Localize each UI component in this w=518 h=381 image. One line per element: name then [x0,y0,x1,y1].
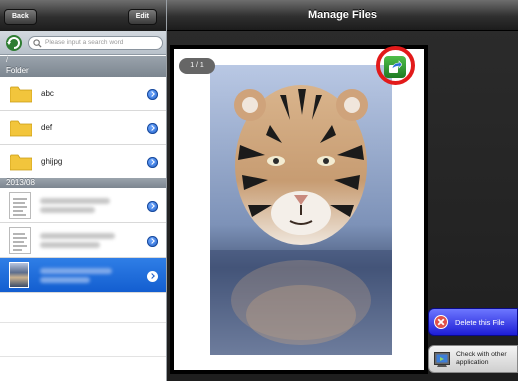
refresh-icon[interactable] [4,34,24,52]
disclosure-icon[interactable] [147,123,158,134]
disclosure-icon[interactable] [147,201,158,212]
page-indicator: 1 / 1 [179,58,215,74]
folder-row-ghijpg[interactable]: ghijpg [0,145,166,179]
delete-file-button[interactable]: Delete this File [428,308,518,336]
folder-row-def[interactable]: def [0,111,166,145]
blurred-file-name [40,268,112,274]
file-row-selected[interactable] [0,258,166,293]
delete-icon [434,315,448,329]
search-placeholder: Please input a search word [45,39,124,46]
search-input[interactable]: Please input a search word [28,36,163,50]
document-thumbnail [9,227,31,254]
blurred-file-name [40,198,110,204]
folder-icon [10,120,32,137]
open-in-app-icon [434,352,450,367]
open-in-other-app-button[interactable]: Check with other application [428,345,518,373]
left-navigation-bar: Back Edit [0,0,166,31]
right-navigation-bar: Manage Files [167,0,518,31]
folder-label: abc [41,89,54,98]
back-button[interactable]: Back [4,9,37,25]
list-divider [0,322,166,323]
delete-file-label: Delete this File [455,318,505,327]
folder-icon [10,86,32,103]
folder-row-abc[interactable]: abc [0,77,166,111]
file-list-panel: Back Edit Please input a search word / F… [0,0,167,381]
folder-section-title: Folder [6,66,29,75]
image-thumbnail [9,262,29,288]
disclosure-icon[interactable] [147,89,158,100]
folder-label: def [41,123,53,132]
search-bar: Please input a search word [0,31,166,55]
disclosure-icon[interactable] [147,157,158,168]
open-in-other-app-label: Check with other application [456,351,507,366]
current-path: / [6,57,8,64]
disclosure-icon[interactable] [147,236,158,247]
blurred-file-name [40,233,115,239]
date-section-header: 2013/08 [0,178,166,188]
tiger-image [210,65,392,355]
document-thumbnail [9,192,31,219]
page-title: Manage Files [307,9,378,21]
blurred-file-info [40,207,95,213]
app-window: Back Edit Please input a search word / F… [0,0,518,381]
search-icon [33,39,42,48]
folder-label: ghijpg [41,157,63,166]
disclosure-icon[interactable] [147,271,158,282]
document-preview[interactable] [170,45,428,374]
folder-section-header: / Folder [0,56,166,77]
highlight-circle [376,46,415,85]
list-divider [0,356,166,357]
file-row[interactable] [0,188,166,223]
preview-panel: Manage Files 1 / 1 Delete this File Chec… [167,0,518,381]
blurred-file-info [40,277,90,283]
file-row[interactable] [0,223,166,258]
folder-icon [10,154,32,171]
blurred-file-info [40,242,100,248]
edit-button[interactable]: Edit [127,9,157,25]
